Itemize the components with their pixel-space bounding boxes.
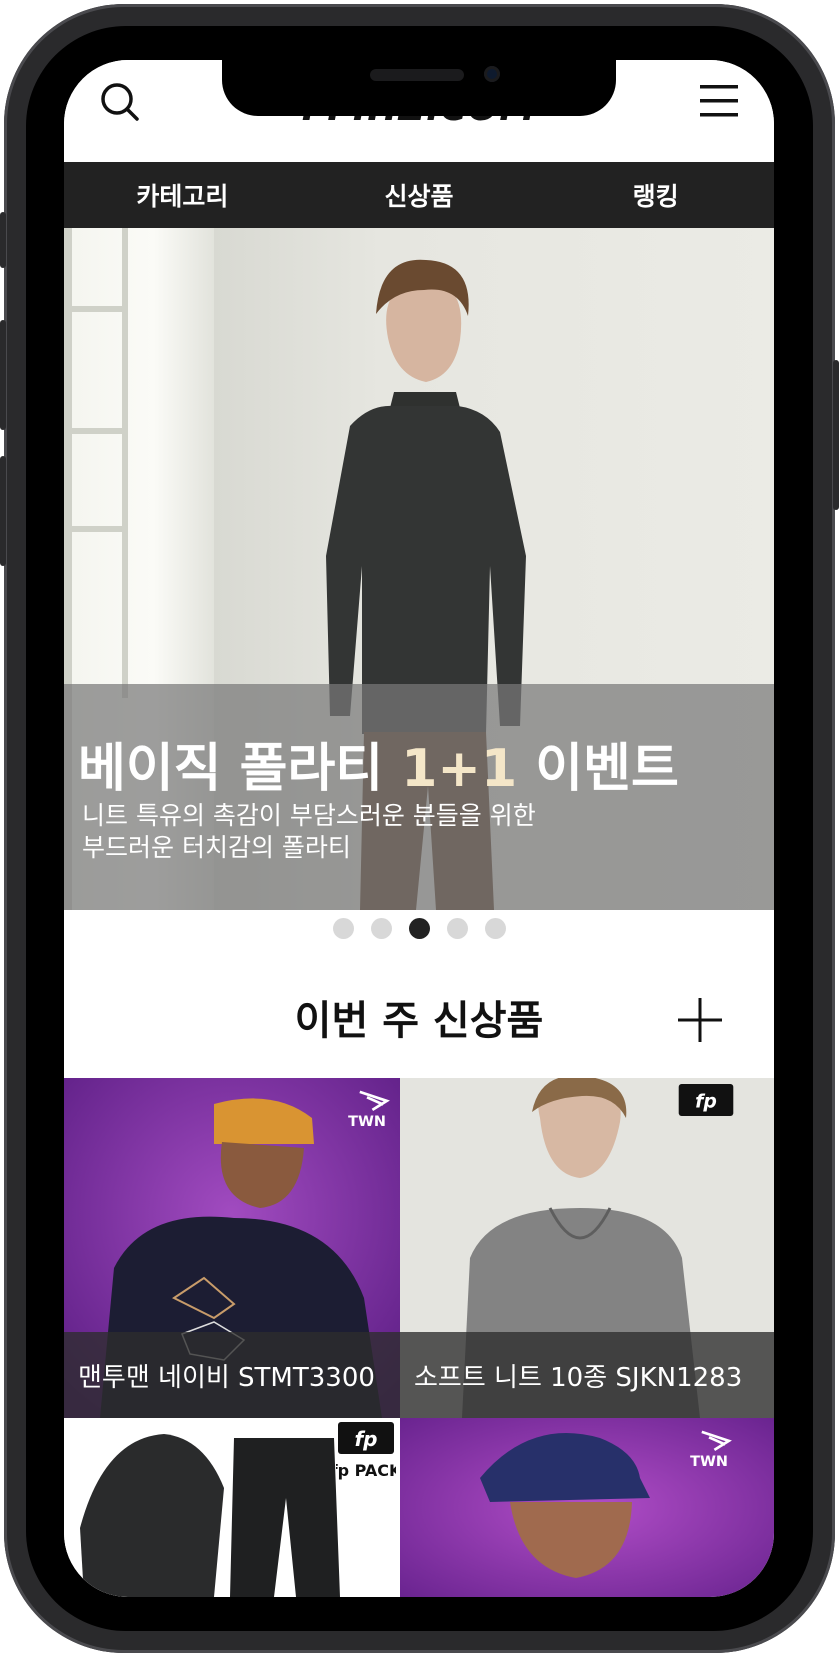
- phone-device: FFIHZ.COM 카테고리 신상품 랭킹: [0, 0, 839, 1657]
- carousel-pagination: [64, 918, 774, 942]
- twn-badge-text: TWN: [348, 1114, 386, 1130]
- product-name: 맨투맨 네이비 STMT3300: [64, 1332, 400, 1418]
- carousel-dot-2[interactable]: [370, 918, 392, 939]
- product-card[interactable]: TWN 맨투맨 네이비 STMT3300: [64, 1078, 400, 1418]
- notch: [222, 60, 616, 116]
- main-nav: 카테고리 신상품 랭킹: [64, 162, 774, 228]
- hero-subtitle-line-2: 부드러운 터치감의 폴라티: [82, 833, 351, 862]
- speaker-grille: [370, 69, 464, 81]
- nav-item-ranking[interactable]: 랭킹: [537, 162, 774, 228]
- side-button-left-3: [0, 456, 6, 566]
- product-card[interactable]: TWN: [400, 1418, 774, 1597]
- carousel-dot-1[interactable]: [332, 918, 354, 939]
- hero-subtitle-line-1: 니트 특유의 촉감이 부담스러운 분들을 위한: [82, 801, 536, 830]
- product-name: 소프트 니트 10종 SJKN1283: [400, 1332, 774, 1418]
- hero-title-accent: 1+1: [401, 739, 518, 799]
- fp-brand-badge: fp: [678, 1084, 734, 1116]
- hamburger-menu-icon[interactable]: [700, 84, 738, 118]
- carousel-dot-4[interactable]: [446, 918, 468, 939]
- carousel-dot-5[interactable]: [484, 918, 506, 939]
- section-title: 이번 주 신상품: [294, 998, 544, 1044]
- twn-badge-text: TWN: [690, 1454, 728, 1470]
- hero-title-text: 베이직 폴라티: [78, 739, 402, 799]
- hero-title: 베이직 폴라티 1+1 이벤트: [78, 726, 679, 801]
- fp-badge-text: fp: [695, 1092, 717, 1113]
- side-button-right: [833, 360, 839, 510]
- plus-icon[interactable]: [678, 998, 722, 1042]
- product-card[interactable]: fp 소프트 니트 10종 SJKN1283: [400, 1078, 774, 1418]
- side-button-left-2: [0, 320, 6, 430]
- fp-pack-brand-badge: fp fp PACK: [336, 1422, 396, 1480]
- hero-subtitle: 니트 특유의 촉감이 부담스러운 분들을 위한 부드러운 터치감의 폴라티: [82, 800, 536, 864]
- carousel-dot-3-active[interactable]: [408, 918, 430, 939]
- product-card[interactable]: fp fp PACK: [64, 1418, 400, 1597]
- search-icon[interactable]: [100, 82, 140, 122]
- hero-title-text-end: 이벤트: [517, 739, 679, 799]
- side-button-left-1: [0, 212, 6, 268]
- phone-screen: FFIHZ.COM 카테고리 신상품 랭킹: [64, 60, 774, 1597]
- nav-item-category[interactable]: 카테고리: [64, 162, 301, 228]
- nav-item-new-arrivals[interactable]: 신상품: [301, 162, 538, 228]
- hero-banner[interactable]: 베이직 폴라티 1+1 이벤트 니트 특유의 촉감이 부담스러운 분들을 위한 …: [64, 228, 774, 910]
- front-camera: [484, 66, 500, 82]
- svg-text:fp: fp: [354, 1427, 377, 1451]
- fp-pack-badge-text: fp PACK: [336, 1461, 396, 1480]
- twn-brand-badge: TWN: [690, 1430, 732, 1470]
- twn-brand-badge: TWN: [348, 1090, 390, 1130]
